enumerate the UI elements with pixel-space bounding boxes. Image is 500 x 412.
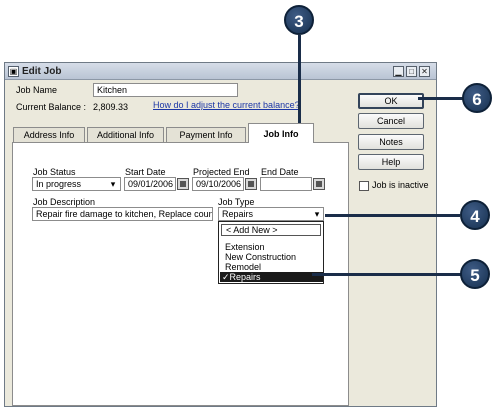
callout-4-leader (325, 214, 460, 217)
tab-job-info[interactable]: Job Info (248, 123, 314, 143)
title-bar[interactable]: ▣ Edit Job ▁ □ ✕ (5, 63, 436, 80)
ok-button[interactable]: OK (358, 93, 424, 109)
callout-6-leader (418, 97, 464, 100)
job-type-option-repairs[interactable]: ✓Repairs (220, 272, 323, 282)
projected-end-calendar-icon[interactable] (245, 178, 257, 190)
tab-additional-info[interactable]: Additional Info (87, 127, 164, 142)
job-type-option-remodel[interactable]: Remodel (221, 262, 321, 272)
job-type-chevron-down-icon[interactable]: ▾ (310, 208, 324, 220)
job-type-label: Job Type (218, 197, 255, 207)
start-date-label: Start Date (125, 167, 166, 177)
help-button[interactable]: Help (358, 154, 424, 170)
edit-job-dialog: ▣ Edit Job ▁ □ ✕ Job Name Kitchen Curren… (4, 62, 437, 407)
callout-3-leader (298, 35, 301, 126)
job-description-field[interactable]: Repair fire damage to kitchen, Replace c… (32, 207, 213, 221)
notes-button[interactable]: Notes (358, 134, 424, 150)
end-date-field[interactable] (260, 177, 312, 191)
app-icon: ▣ (8, 66, 19, 77)
end-date-label: End Date (261, 167, 299, 177)
tab-address-info[interactable]: Address Info (13, 127, 85, 142)
job-type-dropdown: < Add New > Extension New Construction R… (218, 221, 324, 284)
job-type-option-extension[interactable]: Extension (221, 242, 321, 252)
maximize-icon[interactable]: □ (406, 66, 417, 77)
balance-help-link[interactable]: How do I adjust the current balance? (153, 100, 300, 110)
job-type-option-add-new[interactable]: < Add New > (221, 224, 321, 236)
callout-6: 6 (462, 83, 492, 113)
dialog-title: Edit Job (22, 66, 62, 77)
callout-3: 3 (284, 5, 314, 35)
tab-payment-info[interactable]: Payment Info (166, 127, 246, 142)
job-type-select[interactable]: Repairs (218, 207, 324, 221)
start-date-field[interactable]: 09/01/2006 (124, 177, 176, 191)
start-date-calendar-icon[interactable] (177, 178, 189, 190)
callout-5-leader (312, 273, 462, 276)
job-description-label: Job Description (33, 197, 96, 207)
job-name-label: Job Name (16, 85, 58, 95)
projected-end-label: Projected End (193, 167, 250, 177)
job-status-chevron-down-icon[interactable]: ▾ (106, 178, 120, 190)
job-inactive-label: Job is inactive (372, 180, 429, 190)
job-type-value: Repairs (222, 209, 254, 219)
callout-4: 4 (460, 200, 490, 230)
current-balance-label: Current Balance : (16, 102, 87, 112)
job-status-label: Job Status (33, 167, 76, 177)
end-date-calendar-icon[interactable] (313, 178, 325, 190)
job-name-field[interactable]: Kitchen (93, 83, 238, 97)
job-type-option-new-construction[interactable]: New Construction (221, 252, 321, 262)
cancel-button[interactable]: Cancel (358, 113, 424, 129)
current-balance-value: 2,809.33 (93, 102, 129, 112)
projected-end-field[interactable]: 09/10/2006 (192, 177, 244, 191)
callout-5: 5 (460, 259, 490, 289)
job-inactive-checkbox[interactable] (359, 181, 369, 191)
close-icon[interactable]: ✕ (419, 66, 430, 77)
minimize-icon[interactable]: ▁ (393, 66, 404, 77)
job-status-value: In progress (36, 179, 82, 189)
